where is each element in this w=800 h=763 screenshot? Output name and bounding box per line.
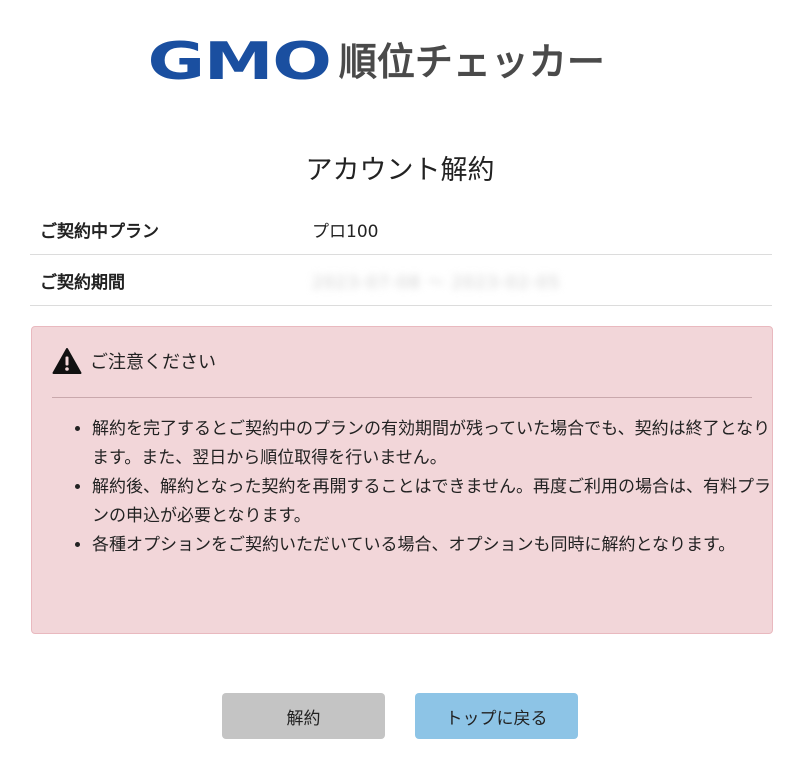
notice-item: 解約後、解約となった契約を再開することはできません。再度ご利用の場合は、有料プラ…: [92, 473, 772, 531]
notice-item: 解約を完了するとご契約中のプランの有効期間が残っていた場合でも、契約は終了となり…: [92, 415, 772, 473]
back-to-top-button[interactable]: トップに戻る: [415, 693, 578, 739]
notice-divider: [52, 397, 752, 398]
cancel-account-button[interactable]: 解約: [222, 693, 385, 739]
warning-notice: ご注意ください 解約を完了するとご契約中のプランの有効期間が残っていた場合でも、…: [31, 326, 773, 634]
logo-product-name: 順位チェッカー: [338, 40, 605, 84]
period-row: ご契約期間 2023-07-08 〜 2023-02-05: [30, 255, 772, 306]
notice-heading: ご注意ください: [90, 352, 216, 373]
notice-item: 各種オプションをご契約いただいている場合、オプションも同時に解約となります。: [92, 531, 772, 560]
notice-header: ご注意ください: [52, 347, 216, 375]
contract-info-table: ご契約中プラン プロ100 ご契約期間 2023-07-08 〜 2023-02…: [30, 204, 772, 306]
logo: GMO 順位チェッカー: [0, 30, 800, 94]
notice-list: 解約を完了するとご契約中のプランの有効期間が残っていた場合でも、契約は終了となり…: [70, 415, 772, 560]
page-title: アカウント解約: [305, 155, 495, 186]
logo-brand: GMO: [147, 32, 332, 92]
period-value: 2023-07-08 〜 2023-02-05: [312, 272, 561, 293]
period-label: ご契約期間: [40, 272, 125, 293]
action-buttons: 解約 トップに戻る: [0, 693, 800, 739]
plan-value: プロ100: [312, 221, 379, 242]
warning-icon: [52, 348, 82, 374]
plan-label: ご契約中プラン: [40, 221, 159, 242]
plan-row: ご契約中プラン プロ100: [30, 204, 772, 255]
